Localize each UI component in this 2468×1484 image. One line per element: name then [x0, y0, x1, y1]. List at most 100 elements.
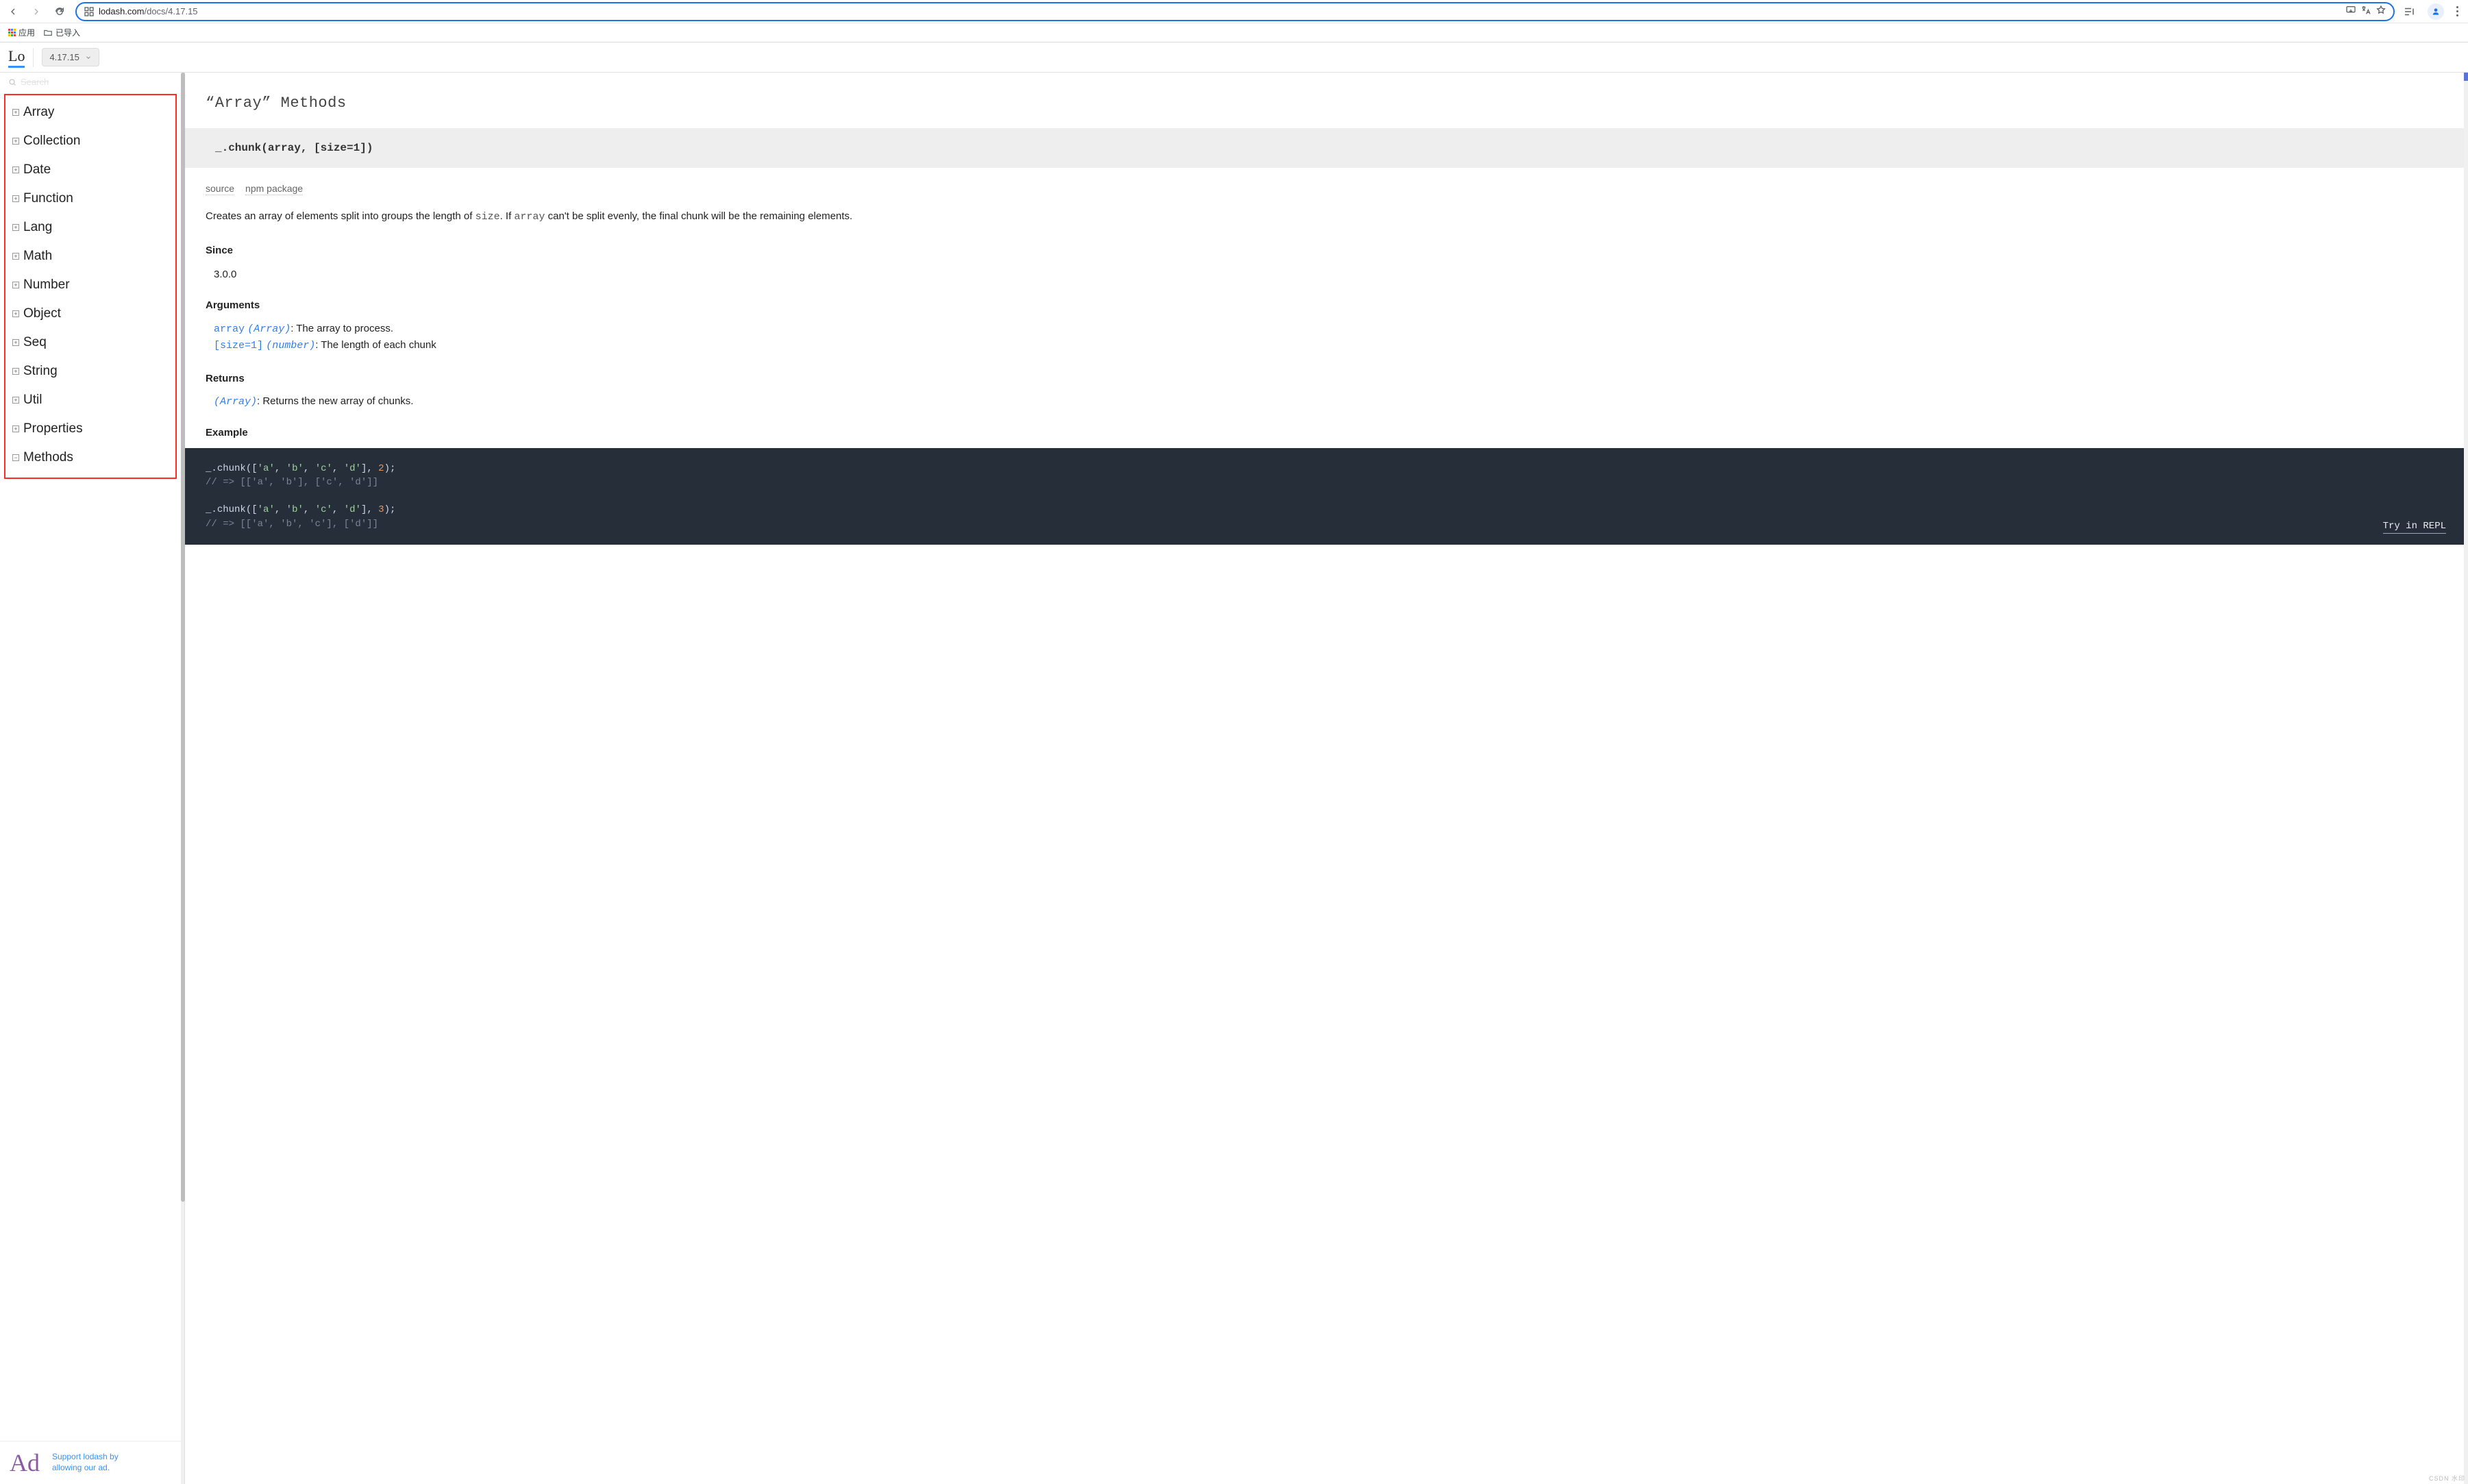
code-line: _.chunk(['a', 'b', 'c', 'd'], 3);	[206, 503, 2443, 517]
sidebar-category-properties[interactable]: Properties	[5, 415, 175, 443]
expand-toggle-icon[interactable]	[12, 454, 19, 461]
meta-links: source npm package	[206, 177, 2443, 209]
sidebar-ad-footer: Ad Support lodash by allowing our ad.	[0, 1441, 181, 1484]
search-placeholder: Search	[21, 77, 49, 87]
category-label: Methods	[23, 450, 73, 465]
category-label: Seq	[23, 335, 47, 350]
version-label: 4.17.15	[49, 52, 79, 62]
address-bar[interactable]: lodash.com/docs/4.17.15	[75, 2, 2395, 21]
browser-actions	[2403, 3, 2463, 20]
argument-item: [size=1] (number): The length of each ch…	[206, 337, 2443, 354]
person-icon	[2431, 7, 2441, 16]
returns-heading: Returns	[206, 373, 2443, 384]
sidebar-search[interactable]: Search	[0, 73, 181, 91]
imported-label: 已导入	[55, 27, 80, 38]
expand-toggle-icon[interactable]	[12, 425, 19, 432]
content-wrap: “Array” Methods _.chunk(array, [size=1])…	[181, 73, 2468, 1484]
expand-toggle-icon[interactable]	[12, 253, 19, 260]
code-line: // => [['a', 'b', 'c'], ['d']]	[206, 517, 2443, 531]
divider	[33, 48, 34, 67]
expand-toggle-icon[interactable]	[12, 138, 19, 145]
sidebar-category-object[interactable]: Object	[5, 299, 175, 328]
sidebar-category-string[interactable]: String	[5, 357, 175, 386]
browser-menu-button[interactable]	[2456, 6, 2458, 16]
arrow-left-icon	[8, 6, 18, 17]
ad-placeholder: Ad	[10, 1448, 40, 1477]
sidebar-category-date[interactable]: Date	[5, 156, 175, 184]
argument-item: array (Array): The array to process.	[206, 321, 2443, 337]
try-in-repl-button[interactable]: Try in REPL	[2383, 519, 2446, 534]
sidebar-category-seq[interactable]: Seq	[5, 328, 175, 357]
category-label: Util	[23, 393, 42, 408]
sidebar-category-methods[interactable]: Methods	[5, 443, 175, 472]
sidebar-category-util[interactable]: Util	[5, 386, 175, 415]
category-label: Object	[23, 306, 61, 321]
expand-toggle-icon[interactable]	[12, 310, 19, 317]
support-line1: Support lodash by	[52, 1452, 119, 1461]
npm-link[interactable]: npm package	[245, 183, 303, 195]
expand-toggle-icon[interactable]	[12, 195, 19, 202]
reading-list-icon[interactable]	[2403, 5, 2415, 18]
category-label: Date	[23, 162, 51, 177]
chevron-down-icon	[85, 54, 92, 61]
forward-button[interactable]	[29, 4, 44, 19]
category-list: Array Collection Date Function Lang Math Numbe…	[4, 94, 177, 479]
example-code-block: _.chunk(['a', 'b', 'c', 'd'], 2);// => […	[185, 448, 2464, 545]
category-label: Number	[23, 277, 70, 293]
reload-icon	[54, 6, 65, 17]
expand-toggle-icon[interactable]	[12, 166, 19, 173]
profile-avatar[interactable]	[2428, 3, 2444, 20]
expand-toggle-icon[interactable]	[12, 368, 19, 375]
back-button[interactable]	[5, 4, 21, 19]
category-label: Array	[23, 105, 54, 120]
method-signature: _.chunk(array, [size=1])	[185, 128, 2464, 168]
sidebar: Search Array Collection Date Function Lang Ma…	[0, 73, 181, 1484]
code-line: // => [['a', 'b'], ['c', 'd']]	[206, 475, 2443, 489]
apps-grid-icon	[8, 29, 16, 36]
bookmark-star-icon[interactable]	[2376, 5, 2386, 18]
sidebar-category-collection[interactable]: Collection	[5, 127, 175, 156]
source-link[interactable]: source	[206, 183, 234, 195]
sidebar-scroll[interactable]: Search Array Collection Date Function Lang Ma…	[0, 73, 181, 1441]
sidebar-category-function[interactable]: Function	[5, 184, 175, 213]
support-text[interactable]: Support lodash by allowing our ad.	[52, 1452, 119, 1473]
sidebar-category-array[interactable]: Array	[5, 98, 175, 127]
example-heading: Example	[206, 427, 2443, 438]
expand-toggle-icon[interactable]	[12, 224, 19, 231]
code-line	[206, 489, 2443, 503]
sidebar-category-lang[interactable]: Lang	[5, 213, 175, 242]
lodash-logo[interactable]: Lo	[8, 47, 25, 69]
install-app-icon[interactable]	[2345, 5, 2356, 18]
watermark: CSDN 水印	[2426, 1472, 2468, 1484]
expand-toggle-icon[interactable]	[12, 109, 19, 116]
bookmarks-bar: 应用 已导入	[0, 23, 2468, 42]
returns-line: (Array): Returns the new array of chunks…	[206, 384, 2443, 408]
support-line2: allowing our ad.	[52, 1463, 110, 1472]
version-selector[interactable]: 4.17.15	[42, 48, 99, 66]
translate-icon[interactable]	[2360, 5, 2371, 18]
browser-toolbar: lodash.com/docs/4.17.15	[0, 0, 2468, 23]
section-title: “Array” Methods	[185, 73, 2464, 128]
reload-button[interactable]	[52, 4, 67, 19]
code-line: _.chunk(['a', 'b', 'c', 'd'], 2);	[206, 462, 2443, 475]
url-text: lodash.com/docs/4.17.15	[99, 6, 2341, 16]
expand-toggle-icon[interactable]	[12, 339, 19, 346]
expand-toggle-icon[interactable]	[12, 397, 19, 404]
chrome-apps-button[interactable]: 应用	[8, 27, 35, 38]
category-label: Collection	[23, 134, 80, 149]
category-label: Function	[23, 191, 73, 206]
expand-toggle-icon[interactable]	[12, 282, 19, 288]
main-content[interactable]: “Array” Methods _.chunk(array, [size=1])…	[185, 73, 2464, 1484]
imported-bookmarks-folder[interactable]: 已导入	[43, 27, 80, 38]
sidebar-category-number[interactable]: Number	[5, 271, 175, 299]
sidebar-category-math[interactable]: Math	[5, 242, 175, 271]
since-value: 3.0.0	[206, 256, 2443, 280]
app-header: Lo 4.17.15	[0, 42, 2468, 73]
site-settings-icon[interactable]	[84, 6, 95, 17]
category-label: String	[23, 364, 58, 379]
page-scrollbar[interactable]	[2464, 73, 2468, 1484]
category-label: Properties	[23, 421, 83, 436]
category-label: Math	[23, 249, 52, 264]
doc-body: source npm package Creates an array of e…	[185, 168, 2464, 438]
category-label: Lang	[23, 220, 52, 235]
